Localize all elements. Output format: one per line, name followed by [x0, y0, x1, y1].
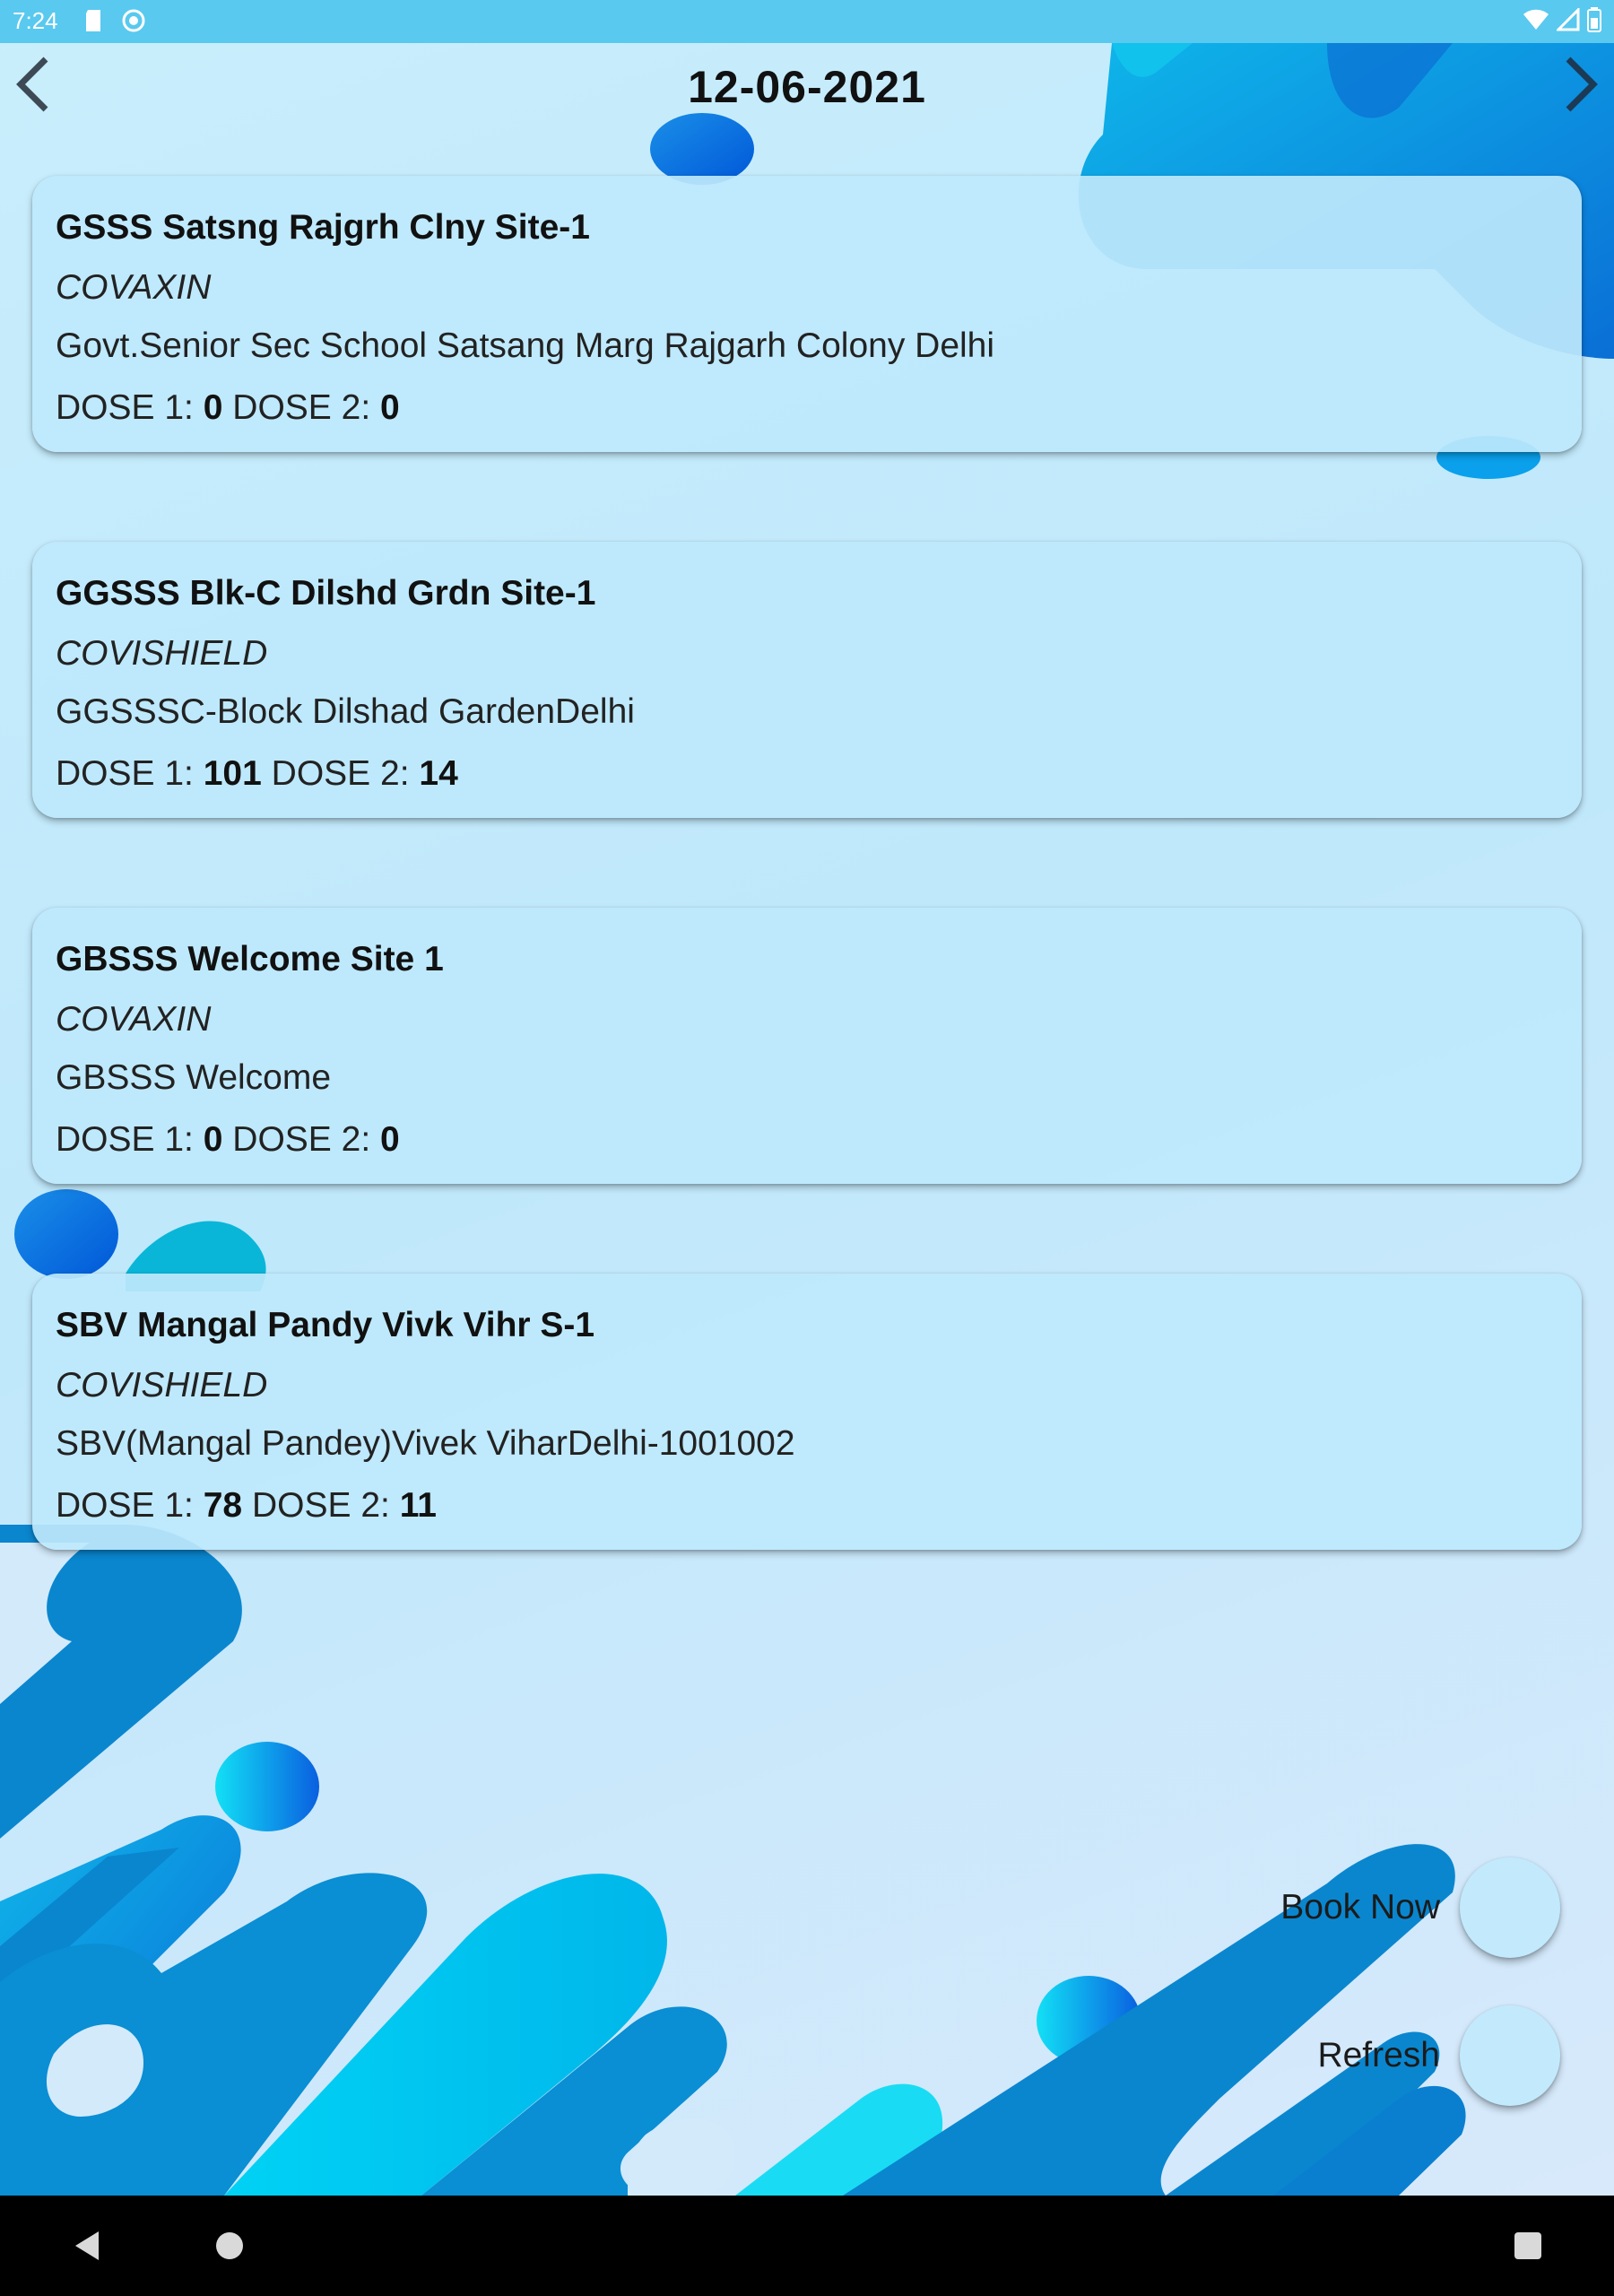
center-address: SBV(Mangal Pandey)Vivek ViharDelhi-10010… [56, 1424, 795, 1463]
vaccine-name: COVISHIELD [56, 634, 268, 673]
wifi-icon [1523, 8, 1549, 38]
battery-icon [1587, 7, 1601, 39]
dose-counts: DOSE 1: 101 DOSE 2: 14 [56, 756, 1558, 791]
status-left-icons [84, 7, 147, 40]
center-name: GGSSS Blk-C Dilshd Grdn Site-1 [56, 574, 596, 613]
nav-home-button[interactable] [204, 2221, 255, 2271]
chevron-right-icon [1566, 57, 1598, 112]
status-right-icons [1523, 6, 1601, 39]
center-card[interactable]: SBV Mangal Pandy Vivk Vihr S-1 COVISHIEL… [32, 1274, 1582, 1550]
dose2-value: 11 [399, 1486, 437, 1525]
center-card[interactable]: GBSSS Welcome Site 1 COVAXIN GBSSS Welco… [32, 908, 1582, 1184]
book-now-button[interactable] [1460, 1857, 1560, 1958]
status-time: 7:24 [13, 7, 58, 34]
status-bar: 7:24 [0, 0, 1614, 43]
next-date-button[interactable] [1549, 52, 1614, 117]
dose-counts: DOSE 1: 0 DOSE 2: 0 [56, 1122, 1558, 1157]
refresh-action: Refresh [1317, 2005, 1560, 2106]
nav-back-icon [75, 2231, 99, 2260]
book-now-action: Book Now [1280, 1857, 1560, 1958]
signal-icon [1555, 6, 1580, 38]
vaccine-name: COVISHIELD [56, 1366, 268, 1405]
dose-counts: DOSE 1: 0 DOSE 2: 0 [56, 390, 1558, 425]
center-address: Govt.Senior Sec School Satsang Marg Rajg… [56, 326, 995, 365]
date-header: 12-06-2021 [0, 43, 1614, 178]
sync-icon [120, 7, 147, 40]
dose1-label: DOSE 1: [56, 1486, 194, 1525]
dose2-label: DOSE 2: [232, 388, 371, 427]
system-nav-bar [0, 2196, 1614, 2296]
sd-card-icon [84, 9, 104, 39]
refresh-button[interactable] [1460, 2005, 1560, 2106]
nav-recents-icon [1514, 2232, 1541, 2259]
dose2-label: DOSE 2: [232, 1120, 371, 1159]
dose1-label: DOSE 1: [56, 1120, 194, 1159]
dose-counts: DOSE 1: 78 DOSE 2: 11 [56, 1488, 1558, 1523]
dose2-value: 0 [380, 388, 400, 427]
dose1-label: DOSE 1: [56, 388, 194, 427]
center-name: SBV Mangal Pandy Vivk Vihr S-1 [56, 1306, 595, 1344]
nav-back-button[interactable] [61, 2221, 111, 2271]
center-address: GBSSS Welcome [56, 1058, 332, 1097]
dose2-label: DOSE 2: [251, 1486, 390, 1525]
dose1-label: DOSE 1: [56, 754, 194, 793]
center-address: GGSSSC-Block Dilshad GardenDelhi [56, 692, 635, 731]
vaccine-name: COVAXIN [56, 268, 212, 307]
vaccine-name: COVAXIN [56, 1000, 212, 1039]
center-card[interactable]: GGSSS Blk-C Dilshd Grdn Site-1 COVISHIEL… [32, 542, 1582, 818]
nav-home-icon [216, 2232, 243, 2259]
dose1-value: 78 [203, 1486, 243, 1525]
center-name: GSSS Satsng Rajgrh Clny Site-1 [56, 208, 590, 247]
dose1-value: 0 [203, 1120, 223, 1159]
book-now-label[interactable]: Book Now [1280, 1888, 1440, 1927]
dose1-value: 0 [203, 388, 223, 427]
dose2-label: DOSE 2: [271, 754, 410, 793]
date-title: 12-06-2021 [688, 62, 926, 112]
dose2-value: 0 [380, 1120, 400, 1159]
center-card[interactable]: GSSS Satsng Rajgrh Clny Site-1 COVAXIN G… [32, 176, 1582, 452]
dose2-value: 14 [419, 754, 458, 793]
center-name: GBSSS Welcome Site 1 [56, 940, 444, 978]
refresh-label[interactable]: Refresh [1317, 2036, 1440, 2075]
dose1-value: 101 [203, 754, 262, 793]
nav-recents-button[interactable] [1503, 2221, 1553, 2271]
